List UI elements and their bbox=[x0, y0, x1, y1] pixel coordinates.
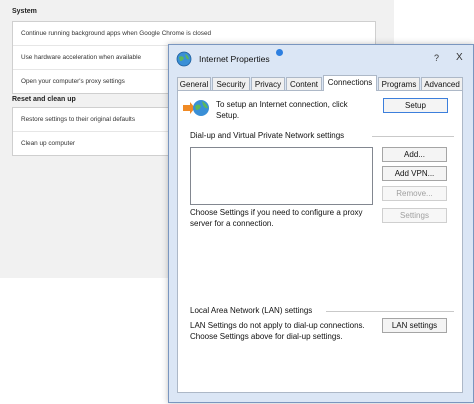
settings-button[interactable]: Settings bbox=[382, 208, 447, 223]
connections-tab-panel: To setup an Internet connection, click S… bbox=[177, 90, 463, 393]
tab-advanced[interactable]: Advanced bbox=[421, 77, 463, 90]
reset-heading: Reset and clean up bbox=[12, 96, 76, 103]
dialog-title: Internet Properties bbox=[199, 54, 270, 64]
connection-wizard-icon bbox=[183, 100, 209, 116]
lan-instructions: LAN Settings do not apply to dial-up con… bbox=[190, 321, 365, 341]
lan-settings-button[interactable]: LAN settings bbox=[382, 318, 447, 333]
setting-background-apps[interactable]: Continue running background apps when Go… bbox=[13, 22, 375, 46]
tab-general[interactable]: General bbox=[177, 77, 211, 90]
close-button[interactable]: X bbox=[456, 52, 463, 63]
proxy-instructions: Choose Settings if you need to configure… bbox=[190, 208, 363, 228]
setup-button[interactable]: Setup bbox=[383, 98, 448, 113]
tab-privacy[interactable]: Privacy bbox=[251, 77, 285, 90]
help-button[interactable]: ? bbox=[434, 53, 439, 63]
tab-programs[interactable]: Programs bbox=[378, 77, 420, 90]
connections-list[interactable] bbox=[190, 147, 373, 205]
lan-group-label: Local Area Network (LAN) settings bbox=[190, 306, 313, 315]
dialup-group-label: Dial-up and Virtual Private Network sett… bbox=[190, 131, 345, 140]
dialup-group-divider bbox=[372, 136, 454, 137]
internet-properties-dialog: Internet Properties ? X General Security… bbox=[168, 44, 474, 403]
tab-connections[interactable]: Connections bbox=[323, 75, 377, 91]
tab-content[interactable]: Content bbox=[286, 77, 322, 90]
focus-dot-icon bbox=[276, 49, 283, 56]
setup-instructions: To setup an Internet connection, click S… bbox=[216, 100, 348, 120]
dialog-titlebar[interactable]: Internet Properties ? X bbox=[169, 45, 473, 73]
system-heading: System bbox=[12, 8, 37, 15]
add-vpn-button[interactable]: Add VPN... bbox=[382, 166, 447, 181]
globe-icon bbox=[176, 51, 192, 67]
lan-group-divider bbox=[326, 311, 454, 312]
tab-security[interactable]: Security bbox=[212, 77, 250, 90]
add-button[interactable]: Add... bbox=[382, 147, 447, 162]
remove-button[interactable]: Remove... bbox=[382, 186, 447, 201]
